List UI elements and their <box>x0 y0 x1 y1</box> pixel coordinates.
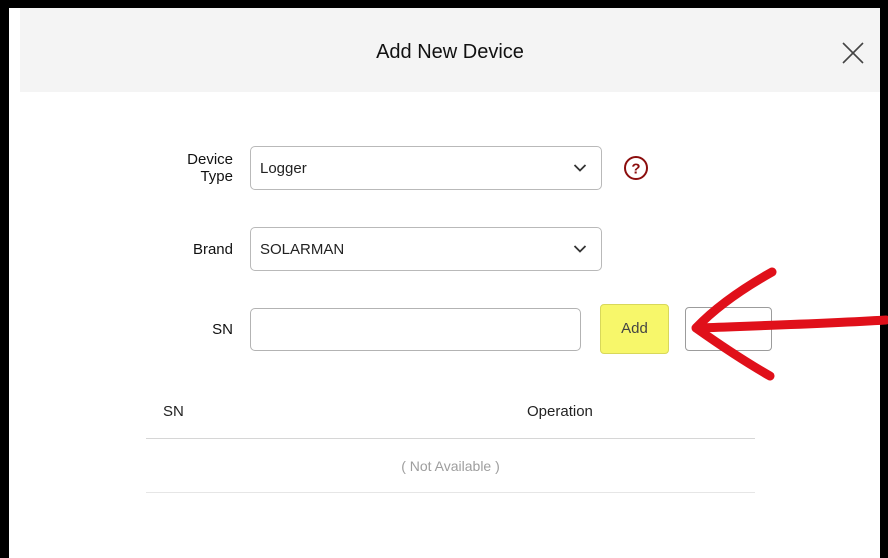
sn-label: SN <box>212 321 233 338</box>
brand-label: Brand <box>192 241 233 258</box>
device-type-select[interactable]: Logger <box>250 146 602 190</box>
screenshot-border-left <box>0 0 9 558</box>
table-divider <box>146 492 755 493</box>
table-divider <box>146 438 755 439</box>
dialog-title: Add New Device <box>376 41 524 63</box>
table-header-sn: SN <box>163 403 184 420</box>
annotation-arrow-icon <box>691 267 888 381</box>
brand-select[interactable]: SOLARMAN <box>250 227 602 271</box>
svg-text:?: ? <box>631 161 640 178</box>
chevron-down-icon <box>573 164 587 172</box>
add-button[interactable]: Add <box>600 304 669 354</box>
screenshot-border-top <box>0 0 888 8</box>
table-empty-state: ( Not Available ) <box>401 458 500 474</box>
chevron-down-icon <box>573 245 587 253</box>
device-type-value: Logger <box>260 160 307 177</box>
close-icon[interactable] <box>840 40 866 66</box>
help-icon[interactable]: ? <box>623 155 649 181</box>
sn-input[interactable] <box>250 308 581 351</box>
device-type-label: Device Type <box>187 151 233 185</box>
dialog-header: Add New Device <box>20 8 880 92</box>
brand-value: SOLARMAN <box>260 241 345 258</box>
table-header-operation: Operation <box>527 403 593 420</box>
